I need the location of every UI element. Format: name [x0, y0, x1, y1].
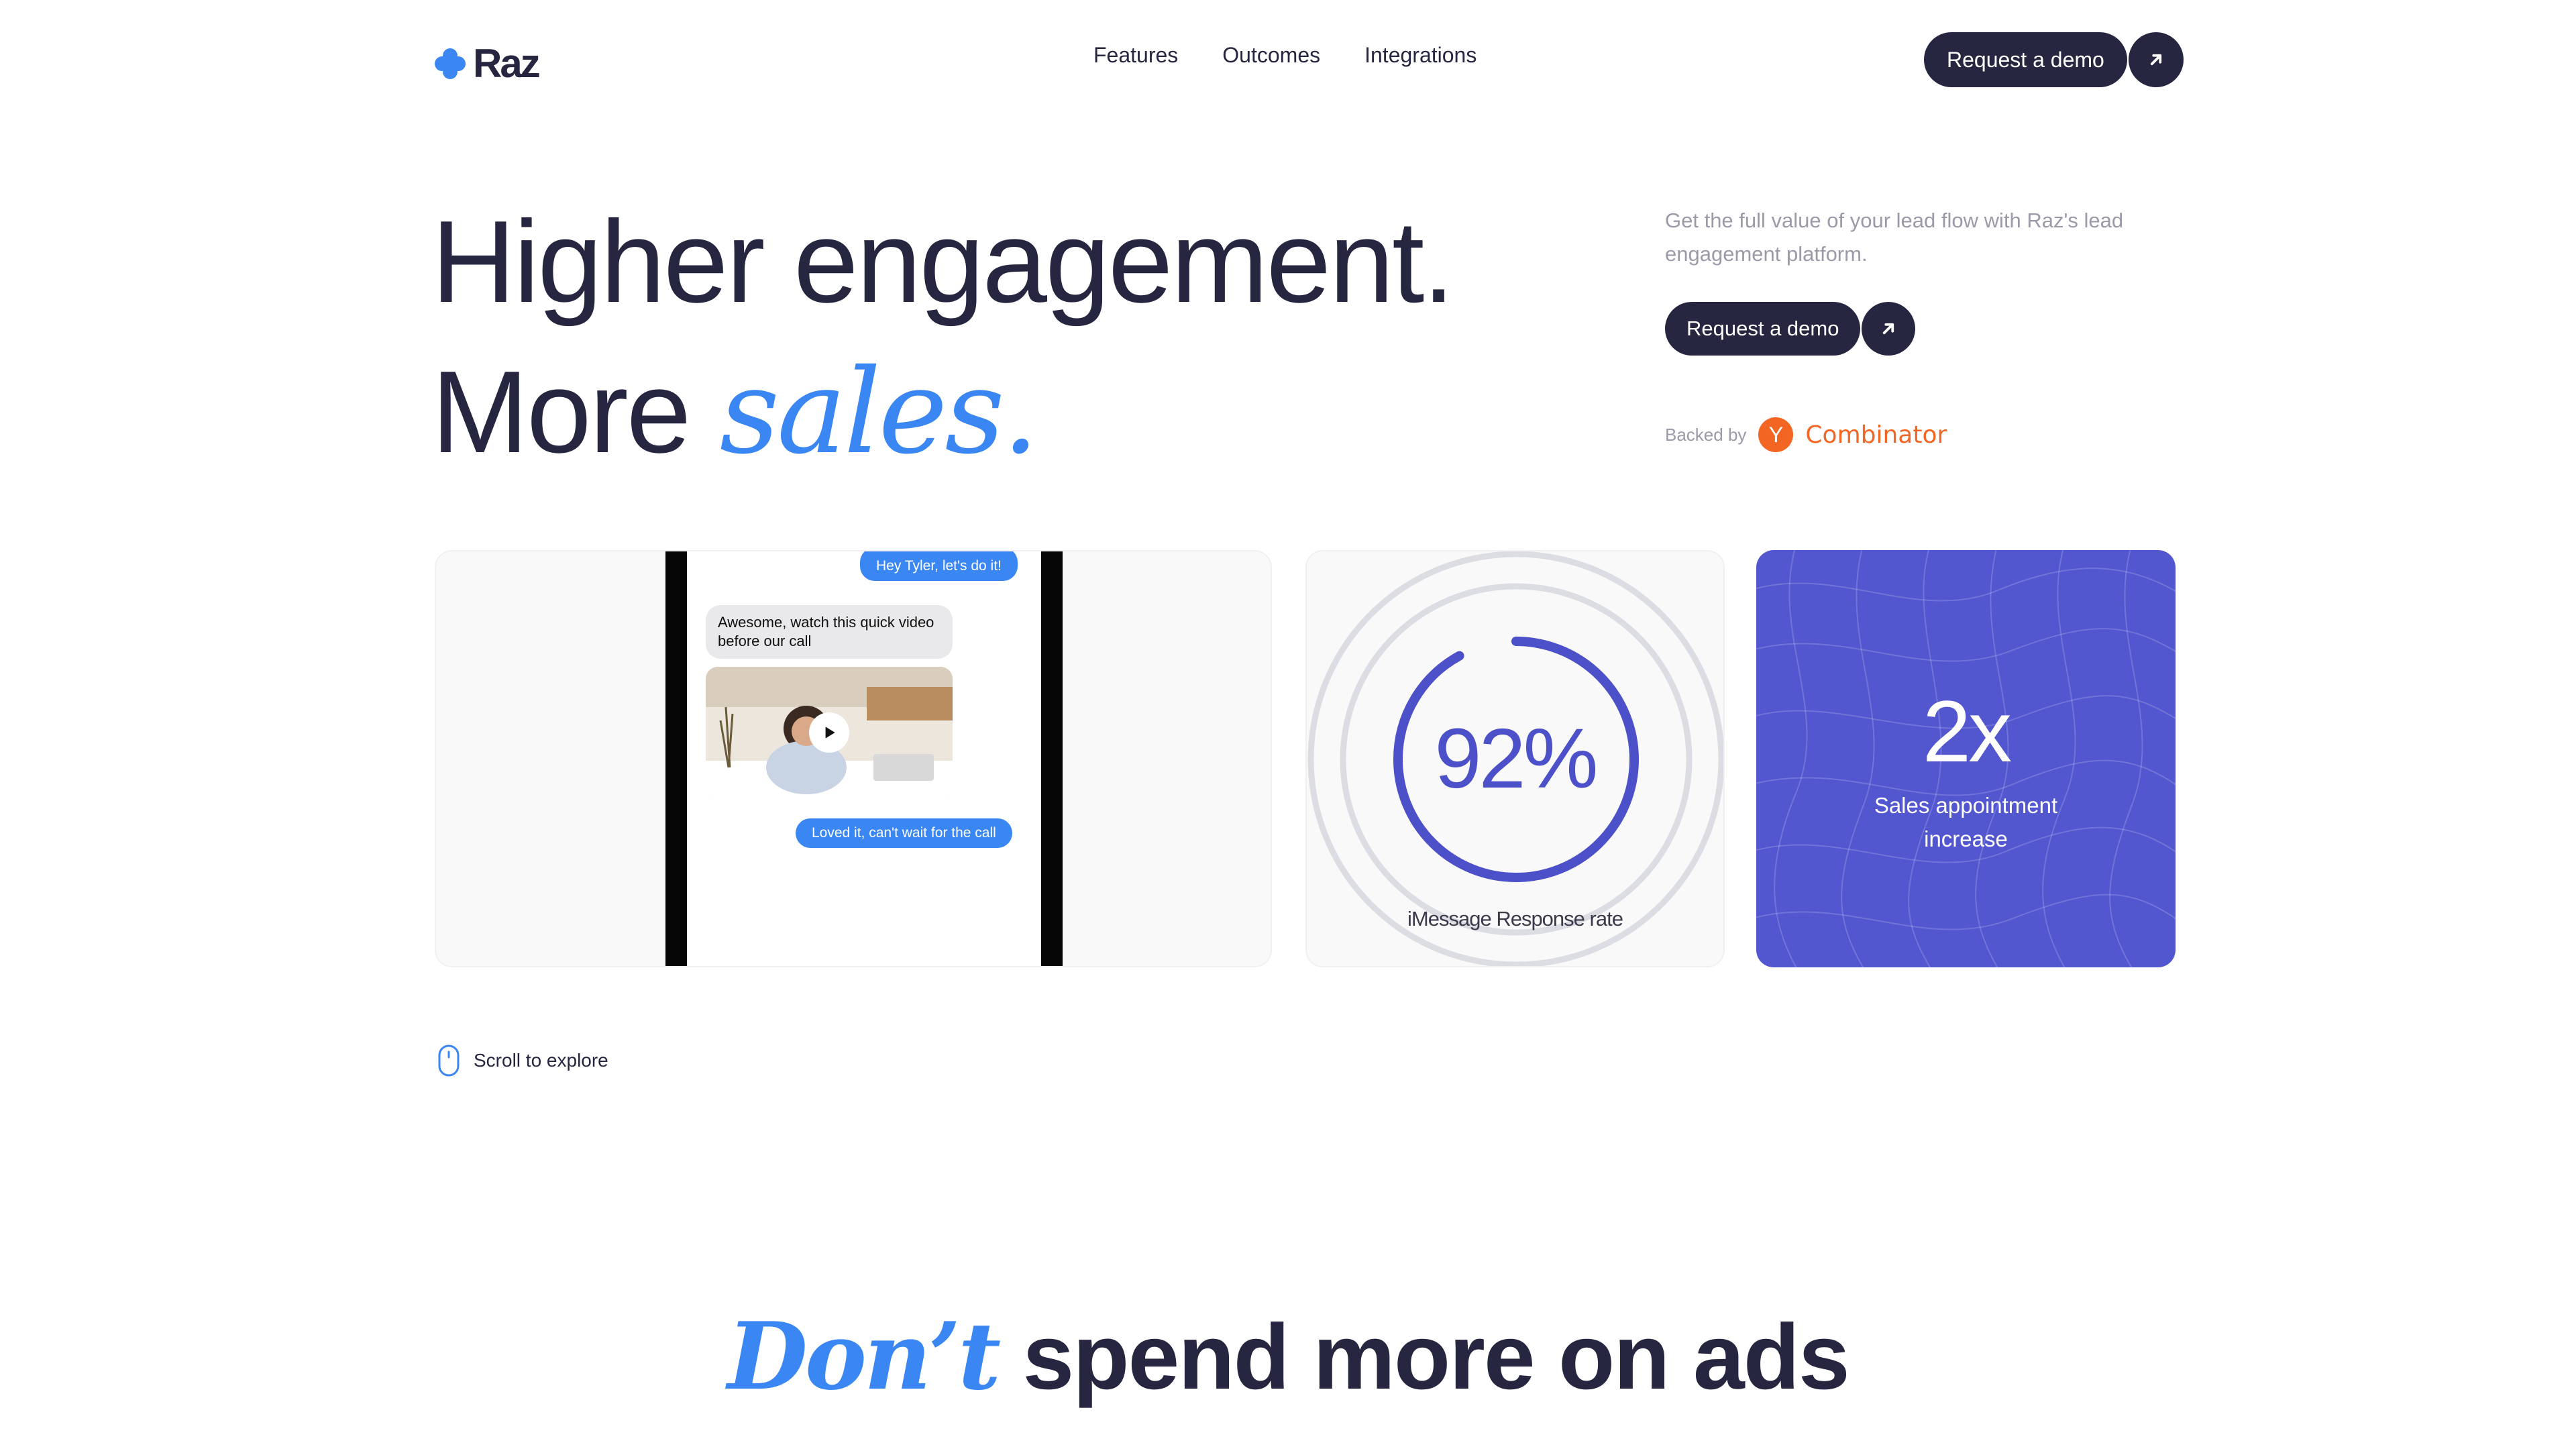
main-nav: Features Outcomes Integrations: [1093, 43, 1477, 68]
response-rate-value: 92%: [1434, 711, 1598, 806]
backed-by-label: Backed by: [1665, 424, 1747, 445]
hero-line-1: Higher engagement.: [431, 196, 1455, 327]
appointment-increase-value: 2x: [1922, 682, 2012, 780]
request-demo-button[interactable]: Request a demo: [1924, 32, 2127, 87]
section-heading: Don’t spend more on ads: [0, 1301, 2576, 1411]
brand-logo[interactable]: Raz: [433, 40, 541, 87]
logo-flower-icon: [435, 48, 466, 79]
y-combinator-name: Combinator: [1805, 421, 1947, 449]
nav-features[interactable]: Features: [1093, 43, 1178, 68]
phone-screen: Hey Tyler, let's do it! Awesome, watch t…: [665, 551, 1063, 966]
brand-name: Raz: [473, 41, 541, 86]
arrow-up-right-icon[interactable]: [1862, 302, 1916, 356]
section-heading-rest: spend more on ads: [998, 1305, 1849, 1409]
mouse-icon: [438, 1044, 460, 1077]
response-rate-card: 92% iMessage Response rate: [1305, 550, 1725, 967]
play-icon[interactable]: [809, 712, 849, 753]
section-heading-accent: Don’t: [727, 1301, 1001, 1411]
hero-request-demo[interactable]: Request a demo: [1665, 302, 1916, 356]
imessage-demo-card: Hey Tyler, let's do it! Awesome, watch t…: [435, 550, 1272, 967]
hero-subcopy: Get the full value of your lead flow wit…: [1665, 209, 2124, 266]
video-thumbnail[interactable]: [706, 667, 953, 798]
request-demo-button[interactable]: Request a demo: [1665, 302, 1861, 356]
scroll-hint-label: Scroll to explore: [474, 1050, 608, 1071]
hero-headline: Higher engagement. More sales.: [431, 186, 1455, 488]
y-combinator-icon: Y: [1758, 417, 1794, 452]
hero-line-2-prefix: More: [431, 346, 691, 477]
backed-by: Backed by Y Combinator: [1665, 417, 1947, 452]
message-outgoing: Loved it, can't wait for the call: [796, 818, 1012, 848]
arrow-up-right-icon[interactable]: [2128, 32, 2184, 87]
scroll-hint: Scroll to explore: [437, 1044, 608, 1077]
message-incoming: Awesome, watch this quick video before o…: [706, 605, 953, 659]
response-rate-caption: iMessage Response rate: [1407, 907, 1623, 930]
message-outgoing: Hey Tyler, let's do it!: [860, 551, 1018, 581]
appointment-increase-card: 2x Sales appointment increase: [1756, 550, 2176, 967]
nav-integrations[interactable]: Integrations: [1364, 43, 1477, 68]
nav-outcomes[interactable]: Outcomes: [1222, 43, 1320, 68]
hero-line-2-accent: sales.: [719, 344, 1039, 480]
appointment-increase-caption: Sales appointment increase: [1874, 793, 2058, 851]
header-request-demo[interactable]: Request a demo: [1924, 32, 2184, 87]
